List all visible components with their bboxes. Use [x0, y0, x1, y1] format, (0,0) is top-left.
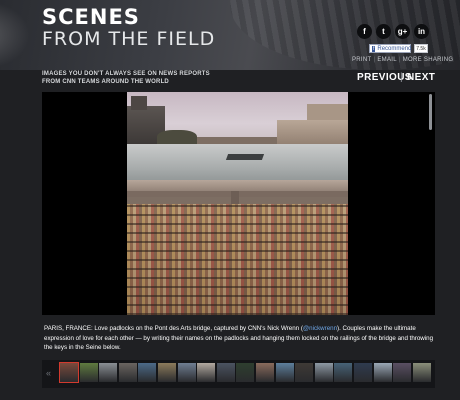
thumbnail[interactable] — [256, 363, 274, 382]
thumbnail[interactable] — [79, 363, 98, 382]
photo-river — [127, 144, 348, 184]
more-sharing-link[interactable]: MORE SHARING — [403, 57, 454, 63]
thumbnail[interactable] — [197, 363, 216, 382]
photo-building — [131, 96, 147, 110]
previous-button[interactable]: PREVIOUS — [357, 72, 412, 83]
page-subtitle: IMAGES YOU DON'T ALWAYS SEE ON NEWS REPO… — [42, 70, 242, 86]
nav-separator: | — [400, 72, 403, 83]
thumbnail[interactable] — [412, 363, 431, 382]
thumbnail[interactable] — [99, 363, 118, 382]
thumbnail[interactable] — [158, 363, 176, 382]
recommend-label: Recommend — [377, 45, 412, 52]
caption-text: PARIS, FRANCE: Love padlocks on the Pont… — [44, 325, 303, 332]
thumbnail[interactable] — [373, 363, 392, 382]
page-title: SCENES — [42, 5, 140, 29]
caption-author-link[interactable]: @nickwrenn — [303, 325, 337, 332]
print-link[interactable]: PRINT — [352, 57, 372, 63]
main-photo[interactable] — [127, 92, 348, 315]
subtitle-line: IMAGES YOU DON'T ALWAYS SEE ON NEWS REPO… — [42, 71, 210, 77]
thumbnail[interactable] — [354, 363, 372, 382]
thumbnail[interactable] — [59, 362, 79, 383]
thumbnail[interactable] — [138, 363, 157, 382]
photo-padlocks — [127, 204, 348, 315]
thumbnail[interactable] — [314, 363, 333, 382]
thumbnails-prev-icon[interactable]: « — [46, 368, 51, 378]
page-title-subline: FROM THE FIELD — [42, 28, 216, 50]
share-separator: | — [373, 57, 376, 63]
thumbnail[interactable] — [334, 363, 353, 382]
linkedin-icon[interactable]: in — [414, 24, 429, 39]
facebook-recommend-button[interactable]: f Recommend — [369, 44, 411, 53]
thumbnail[interactable] — [216, 363, 235, 382]
share-separator: | — [398, 57, 401, 63]
google-plus-icon[interactable]: g+ — [395, 24, 410, 39]
thumbnail[interactable] — [236, 363, 255, 382]
share-links: PRINT | EMAIL | MORE SHARING — [352, 57, 453, 63]
photo-boat — [225, 154, 265, 160]
thumbnail[interactable] — [393, 363, 412, 382]
thumbnail[interactable] — [118, 363, 137, 382]
next-button[interactable]: NEXT — [407, 72, 435, 83]
email-link[interactable]: EMAIL — [377, 57, 397, 63]
thumbnail[interactable] — [275, 363, 294, 382]
header-shadow — [0, 0, 30, 70]
photo-scrollbar[interactable] — [429, 94, 432, 130]
thumbnail[interactable] — [295, 363, 314, 382]
recommend-count: 7.5k — [414, 44, 428, 53]
subtitle-line: FROM CNN TEAMS AROUND THE WORLD — [42, 79, 169, 85]
thumbnail[interactable] — [177, 363, 196, 382]
facebook-logo-icon: f — [372, 45, 376, 52]
twitter-icon[interactable]: t — [376, 24, 391, 39]
facebook-icon[interactable]: f — [357, 24, 372, 39]
photo-caption: PARIS, FRANCE: Love padlocks on the Pont… — [44, 324, 436, 353]
